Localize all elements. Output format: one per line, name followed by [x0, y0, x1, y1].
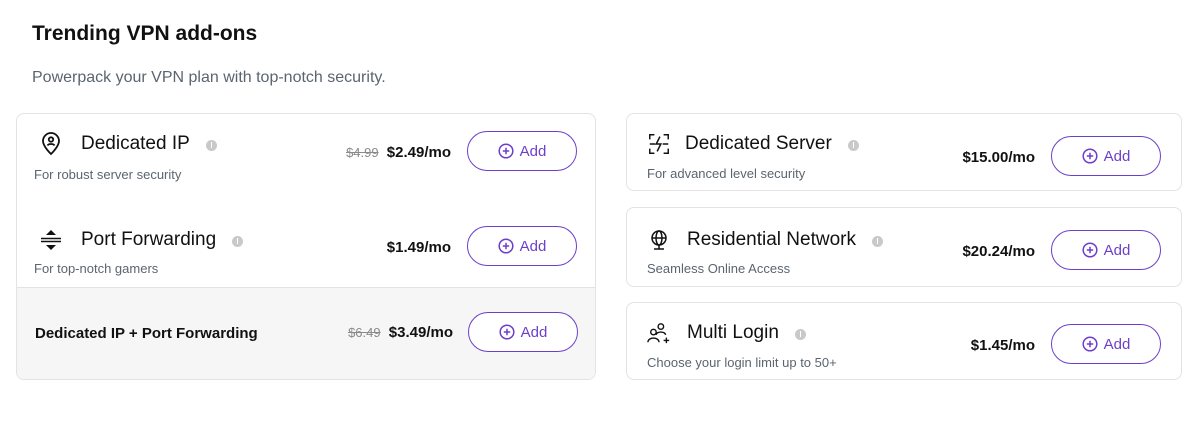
addon-group-left: Dedicated IP For robust server security … — [16, 113, 596, 380]
add-label: Add — [1103, 241, 1131, 259]
dedicated-server-name: Dedicated Server — [685, 133, 832, 154]
dedicated-ip-desc: For robust server security — [34, 167, 182, 182]
dedicated-ip-price: $4.99 $2.49/mo — [346, 144, 451, 161]
plus-circle-icon — [1082, 148, 1098, 164]
info-icon[interactable] — [794, 328, 806, 340]
port-forwarding-price: $1.49/mo — [386, 239, 451, 256]
add-label: Add — [519, 237, 547, 255]
dedicated-server-title: Dedicated Server — [647, 132, 859, 156]
port-forwarding-title: Port Forwarding — [39, 228, 244, 252]
port-forwarding-add-button[interactable]: Add — [467, 226, 577, 266]
multi-login-card: Multi Login Choose your login limit up t… — [626, 302, 1182, 380]
dedicated-ip-old-price: $4.99 — [346, 145, 379, 160]
plus-circle-icon — [498, 238, 514, 254]
plus-circle-icon — [498, 143, 514, 159]
residential-network-price: $20.24/mo — [962, 243, 1035, 260]
residential-network-name: Residential Network — [687, 229, 856, 250]
info-icon[interactable] — [871, 235, 883, 247]
bundle-old-price: $6.49 — [348, 325, 381, 340]
section-title: Trending VPN add-ons — [32, 22, 258, 45]
residential-network-title: Residential Network — [647, 228, 883, 252]
bundle-new-price: $3.49/mo — [388, 324, 453, 341]
dedicated-ip-add-button[interactable]: Add — [467, 131, 577, 171]
port-forwarding-name: Port Forwarding — [81, 229, 217, 250]
port-arrows-icon — [39, 228, 63, 252]
multi-login-add-button[interactable]: Add — [1051, 324, 1161, 364]
dedicated-ip-title: Dedicated IP — [39, 132, 217, 156]
residential-network-add-button[interactable]: Add — [1051, 230, 1161, 270]
plus-circle-icon — [499, 324, 515, 340]
dedicated-ip-new-price: $2.49/mo — [386, 144, 451, 161]
multi-login-title: Multi Login — [647, 321, 806, 345]
port-forwarding-desc: For top-notch gamers — [34, 261, 159, 276]
multi-login-name: Multi Login — [687, 322, 779, 343]
dedicated-ip-name: Dedicated IP — [81, 133, 190, 154]
bundle-name: Dedicated IP + Port Forwarding — [35, 325, 258, 342]
location-pin-user-icon — [39, 132, 63, 156]
plus-circle-icon — [1082, 336, 1098, 352]
dedicated-server-card: Dedicated Server For advanced level secu… — [626, 113, 1182, 191]
bundle-price: $6.49 $3.49/mo — [348, 324, 453, 341]
info-icon[interactable] — [232, 235, 244, 247]
dedicated-server-add-button[interactable]: Add — [1051, 136, 1161, 176]
section-subtitle: Powerpack your VPN plan with top-notch s… — [32, 69, 386, 86]
plus-circle-icon — [1082, 242, 1098, 258]
info-icon[interactable] — [205, 139, 217, 151]
multi-login-price: $1.45/mo — [970, 337, 1035, 354]
bundle-row: Dedicated IP + Port Forwarding $6.49 $3.… — [17, 287, 595, 379]
add-label: Add — [519, 142, 547, 160]
residential-network-desc: Seamless Online Access — [647, 261, 791, 276]
server-bolt-icon — [647, 132, 671, 156]
add-label: Add — [520, 323, 548, 341]
dedicated-server-desc: For advanced level security — [647, 166, 806, 181]
users-plus-icon — [647, 321, 671, 345]
globe-icon — [647, 228, 671, 252]
info-icon[interactable] — [847, 139, 859, 151]
bundle-add-button[interactable]: Add — [468, 312, 578, 352]
add-label: Add — [1103, 335, 1131, 353]
add-label: Add — [1103, 147, 1131, 165]
dedicated-server-price: $15.00/mo — [962, 149, 1035, 166]
multi-login-desc: Choose your login limit up to 50+ — [647, 355, 837, 370]
residential-network-card: Residential Network Seamless Online Acce… — [626, 207, 1182, 287]
